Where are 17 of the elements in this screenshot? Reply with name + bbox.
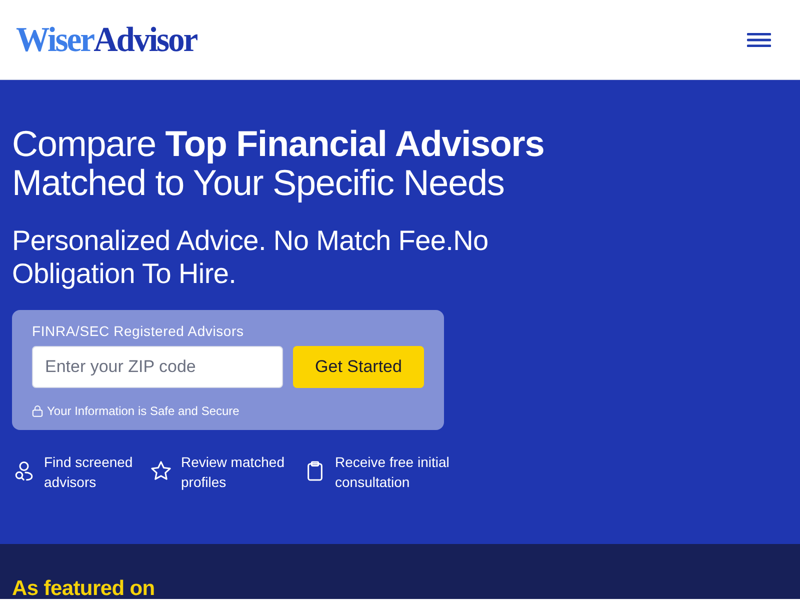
menu-icon	[747, 32, 771, 46]
featured-title: As featured on	[12, 577, 156, 600]
menu-button[interactable]	[746, 32, 772, 48]
subheadline: Personalized Advice. No Match Fee.No Obligation To Hire.	[12, 224, 490, 290]
headline: Compare Top Financial Advisors Matched to Your Specific Needs	[12, 124, 546, 202]
lock-icon	[32, 405, 43, 417]
star-icon	[151, 460, 171, 482]
user-search-icon	[14, 460, 34, 482]
clipboard-icon	[305, 460, 325, 482]
feature-text: Receive free initial consultation	[335, 453, 450, 492]
get-started-button[interactable]: Get Started	[293, 346, 424, 388]
logo[interactable]: WiserAdvisor	[16, 22, 197, 57]
form-label: FINRA/SEC Registered Advisors	[32, 322, 245, 340]
security-note: Your Information is Safe and Secure	[47, 404, 240, 418]
feature-text: Find screened advisors	[44, 453, 134, 492]
zip-input[interactable]: Enter your ZIP code	[32, 346, 283, 388]
feature-text: Review matched profiles	[181, 453, 286, 492]
